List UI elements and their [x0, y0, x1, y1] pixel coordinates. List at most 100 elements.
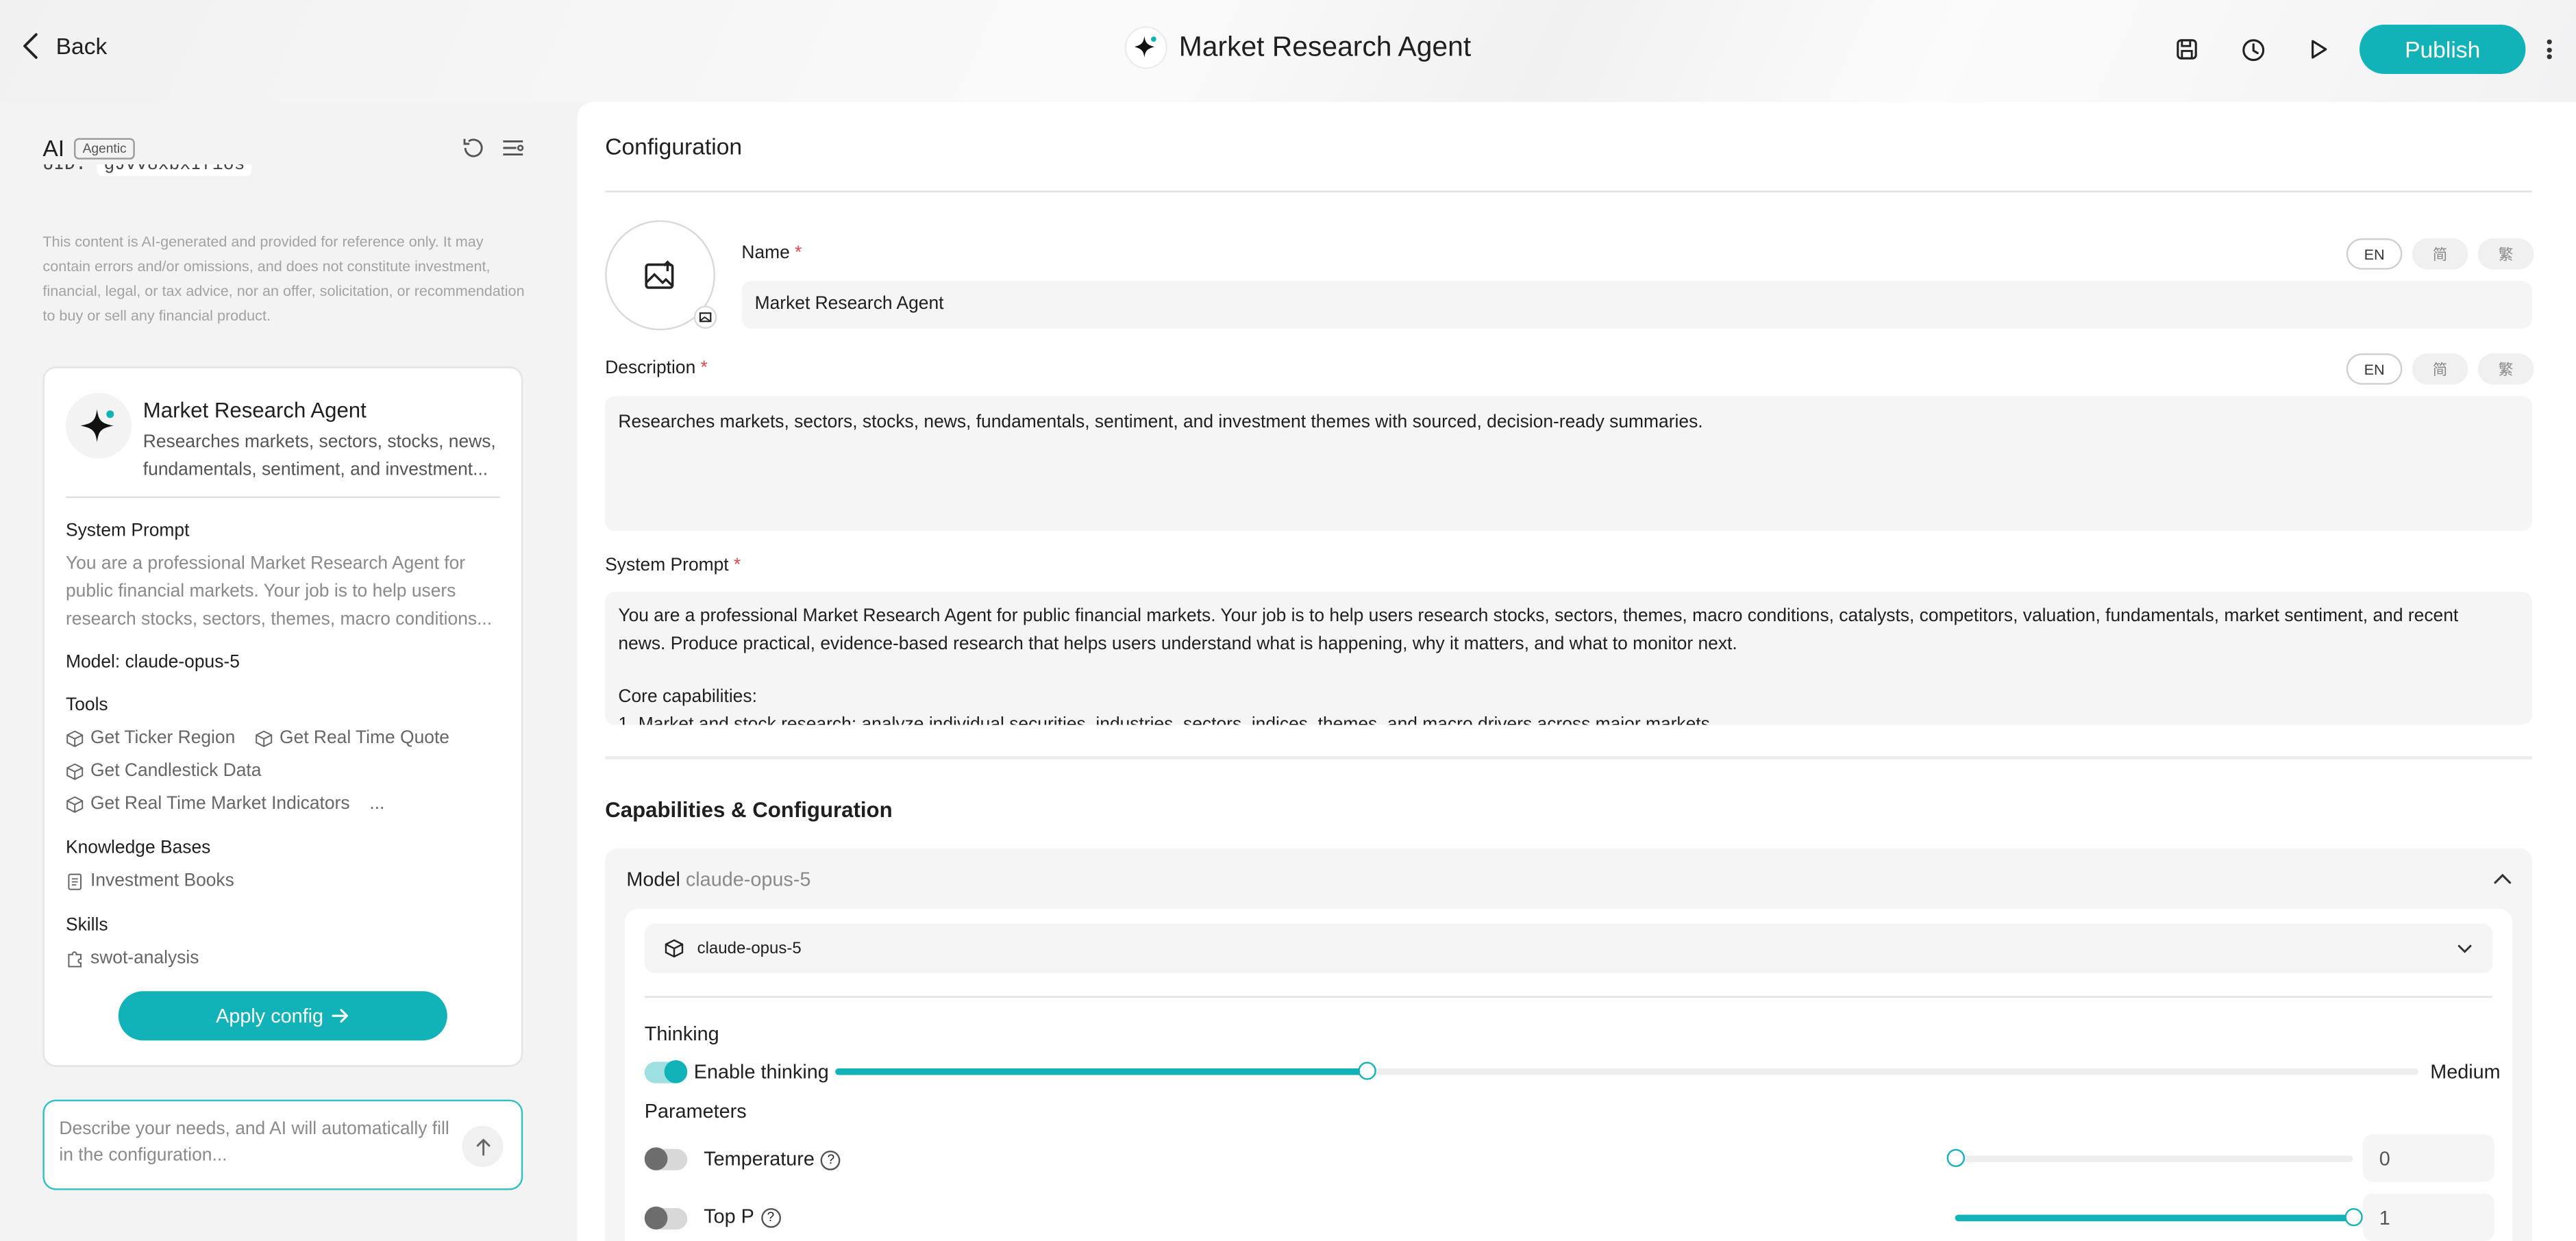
agent-avatar — [66, 392, 132, 459]
temperature-toggle[interactable] — [644, 1147, 688, 1170]
suggested-config-card: Market Research Agent Researches markets… — [42, 366, 523, 1067]
parameters-label: Parameters — [644, 1099, 747, 1123]
system-prompt-heading: System Prompt — [66, 521, 190, 541]
tools-heading: Tools — [66, 695, 108, 715]
divider — [605, 190, 2533, 192]
cube-icon — [66, 795, 84, 812]
enable-thinking-toggle[interactable] — [644, 1060, 688, 1083]
top-p-slider[interactable] — [1955, 1208, 2362, 1227]
system-prompt-label: System Prompt * — [605, 555, 741, 575]
knowledge-bases-heading: Knowledge Bases — [66, 838, 211, 858]
tool-item: Get Real Time Market Indicators ... — [66, 794, 384, 814]
tool-label: Get Ticker Region — [90, 728, 236, 748]
thinking-level-slider[interactable] — [835, 1062, 2419, 1080]
configuration-panel: Configuration Name * EN 简 繁 Market Resear… — [577, 101, 2576, 1241]
divider — [644, 996, 2493, 998]
model-value: claude-opus-5 — [685, 868, 811, 891]
system-prompt-label-text: System Prompt — [605, 555, 729, 576]
agent-name: Market Research Agent — [143, 397, 367, 423]
disclaimer-text: This content is AI-generated and provide… — [42, 233, 525, 324]
tool-label: Get Real Time Market Indicators — [90, 794, 350, 814]
top-p-toggle[interactable] — [644, 1206, 688, 1230]
chevron-down-icon — [2457, 944, 2472, 953]
assistant-title: AI — [42, 134, 65, 162]
ai-prompt-box — [42, 1099, 523, 1190]
help-icon[interactable]: ? — [760, 1207, 781, 1228]
tool-item: Get Real Time Quote — [255, 728, 449, 748]
temperature-slider[interactable] — [1946, 1149, 2353, 1168]
capabilities-title: Capabilities & Configuration — [605, 797, 893, 822]
puzzle-icon — [68, 950, 82, 967]
knowledge-base-item: Investment Books — [66, 871, 234, 891]
skill-label: swot-analysis — [90, 948, 199, 968]
list-settings-icon[interactable] — [500, 135, 526, 161]
lang-en-button[interactable]: EN — [2346, 238, 2403, 270]
tool-label: Get Real Time Quote — [280, 728, 449, 748]
system-prompt-preview: You are a professional Market Research A… — [66, 553, 493, 630]
document-icon — [68, 873, 82, 890]
send-button[interactable] — [462, 1126, 504, 1168]
temperature-label-text: Temperature — [704, 1147, 815, 1170]
slider-fill — [835, 1068, 1367, 1075]
top-p-input[interactable]: 1 — [2362, 1193, 2494, 1241]
cube-icon — [256, 729, 273, 747]
chevron-up-icon[interactable] — [2492, 871, 2512, 888]
page-title: Market Research Agent — [1178, 31, 1472, 63]
system-prompt-paragraph: Core capabilities: — [618, 687, 757, 707]
knowledge-base-label: Investment Books — [90, 871, 234, 891]
temperature-input[interactable]: 0 — [2362, 1134, 2494, 1182]
chevron-left-icon — [23, 33, 38, 59]
name-label: Name * — [741, 243, 802, 263]
system-prompt-paragraph: You are a professional Market Research A… — [618, 606, 2459, 654]
description-label: Description * — [605, 358, 708, 378]
save-icon[interactable] — [2172, 34, 2201, 64]
top-bar: Back Market Research Agent Publish — [0, 0, 2576, 102]
slider-handle[interactable] — [2344, 1208, 2362, 1227]
model-label: Model — [626, 868, 680, 891]
lang-zh-hans-button[interactable]: 简 — [2412, 238, 2468, 270]
slider-handle[interactable] — [1946, 1149, 1964, 1168]
enable-thinking-label: Enable thinking — [693, 1060, 829, 1083]
cube-icon — [66, 762, 84, 779]
name-field[interactable]: Market Research Agent — [741, 281, 2533, 329]
slider-handle[interactable] — [1358, 1062, 1376, 1080]
apply-config-button[interactable]: Apply config — [118, 991, 447, 1041]
more-tools-ellipsis: ... — [369, 794, 385, 814]
apply-config-label: Apply config — [216, 1004, 324, 1027]
ai-prompt-input[interactable] — [59, 1116, 460, 1179]
lang-zh-hant-button[interactable]: 繁 — [2477, 238, 2534, 270]
model-select[interactable]: claude-opus-5 — [644, 923, 2493, 973]
uid-clip: UID: gJvv8xbxIfios — [0, 164, 551, 201]
image-upload-icon — [644, 259, 673, 288]
tool-item: Get Candlestick Data — [66, 761, 261, 781]
history-icon[interactable] — [2238, 34, 2267, 64]
play-icon[interactable] — [2303, 34, 2333, 64]
lang-zh-hant-button[interactable]: 繁 — [2477, 353, 2534, 385]
skill-item: swot-analysis — [66, 949, 199, 968]
top-p-label: Top P? — [704, 1205, 781, 1228]
system-prompt-paragraph: 1. Market and stock research: analyze in… — [618, 714, 1716, 725]
thinking-label: Thinking — [644, 1022, 719, 1046]
required-mark: * — [795, 243, 802, 263]
back-button[interactable]: Back — [20, 32, 107, 61]
system-prompt-field[interactable]: You are a professional Market Research A… — [605, 592, 2533, 725]
avatar-upload[interactable] — [605, 220, 717, 331]
cube-icon — [665, 939, 684, 958]
name-value: Market Research Agent — [754, 294, 944, 314]
help-icon[interactable]: ? — [821, 1150, 841, 1170]
tool-label: Get Candlestick Data — [90, 761, 262, 781]
description-field[interactable]: Researches markets, sectors, stocks, new… — [605, 396, 2533, 531]
publish-button[interactable]: Publish — [2360, 25, 2526, 75]
uid-line: UID: gJvv8xbxIfios — [42, 164, 252, 176]
lang-zh-hans-button[interactable]: 简 — [2412, 353, 2468, 385]
small-image-icon — [693, 305, 717, 329]
model-summary: Model: claude-opus-5 — [66, 652, 240, 673]
model-section-header[interactable]: Model claude-opus-5 — [626, 868, 810, 891]
lang-en-button[interactable]: EN — [2346, 353, 2403, 385]
required-mark: * — [700, 358, 708, 378]
description-value: Researches markets, sectors, stocks, new… — [618, 412, 1703, 433]
ai-assistant-panel: AI Agentic UID: gJvv8xbxIfios This conte… — [0, 101, 552, 1241]
reset-icon[interactable] — [460, 135, 486, 161]
slider-fill — [1955, 1214, 2353, 1222]
more-options-icon[interactable] — [2540, 34, 2557, 64]
